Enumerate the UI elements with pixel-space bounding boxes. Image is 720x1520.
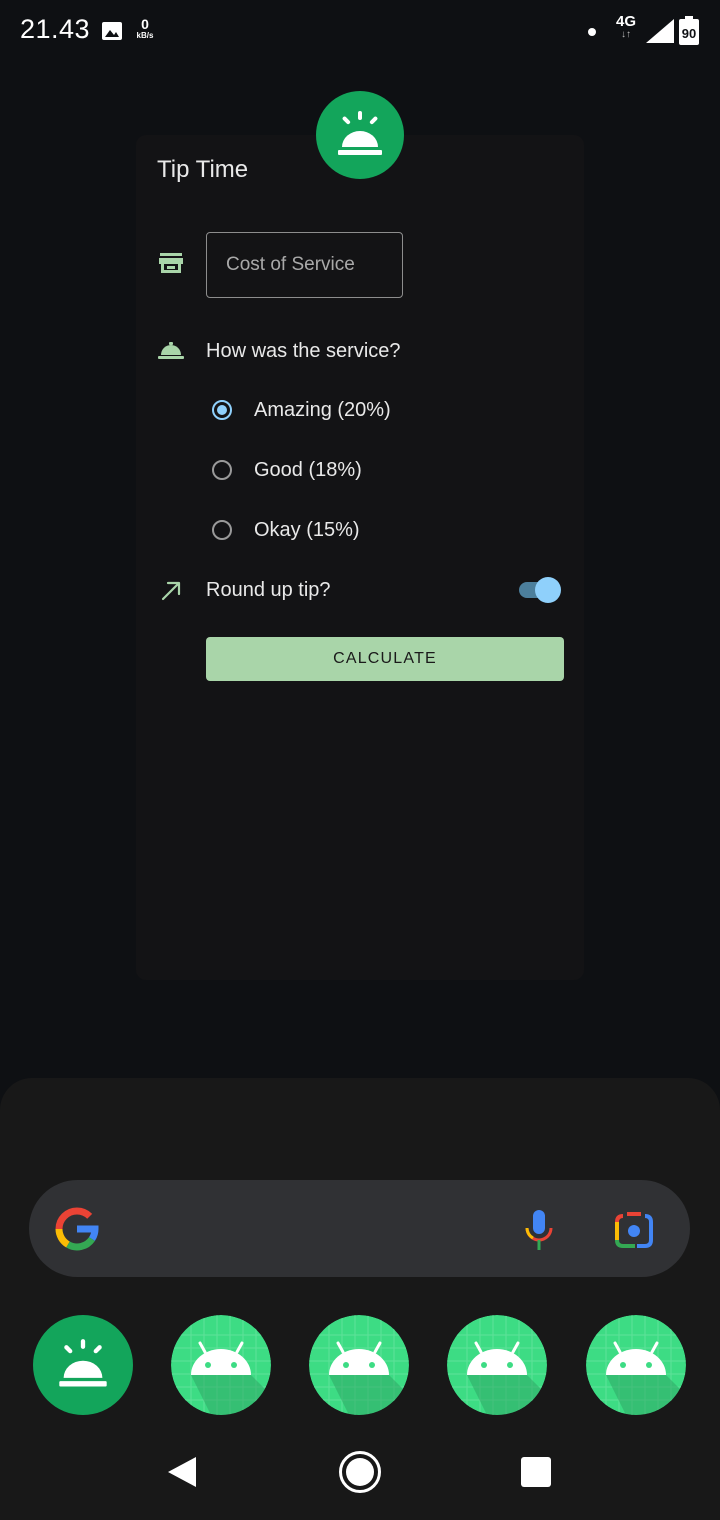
service-question: How was the service? <box>206 340 401 362</box>
google-search-bar[interactable] <box>29 1180 690 1277</box>
round-up-switch[interactable] <box>519 577 561 603</box>
tip-time-app-icon[interactable] <box>33 1315 133 1415</box>
battery-icon: 90 <box>679 16 699 45</box>
recents-icon[interactable] <box>521 1457 551 1487</box>
google-logo-icon[interactable] <box>54 1206 100 1252</box>
back-icon[interactable] <box>166 1455 198 1489</box>
switch-thumb <box>535 577 561 603</box>
screen: 21.43 0 kB/s 4G ↓↑ 90 Tip Time Cost of S… <box>0 0 720 1520</box>
net-speed-unit: kB/s <box>136 31 154 40</box>
lens-camera-icon[interactable] <box>613 1210 655 1248</box>
radio-label: Good (18%) <box>254 458 362 481</box>
radio-button[interactable] <box>212 520 232 540</box>
app-logo <box>316 91 404 179</box>
radio-button-selected[interactable] <box>212 400 232 420</box>
network-type-label: 4G <box>615 13 636 30</box>
round-up-label: Round up tip? <box>206 579 331 601</box>
trending-up-arrow-icon <box>161 581 181 601</box>
image-icon <box>102 22 122 40</box>
data-arrows-icon: ↓↑ <box>621 29 631 40</box>
home-icon[interactable] <box>338 1450 382 1494</box>
radio-label: Okay (15%) <box>254 518 360 541</box>
app-title: Tip Time <box>157 156 249 183</box>
microphone-icon[interactable] <box>524 1208 554 1252</box>
network-type: 4G ↓↑ <box>612 14 640 40</box>
android-app-icon[interactable] <box>586 1315 686 1415</box>
radio-option-amazing[interactable]: Amazing (20%) <box>212 395 391 425</box>
battery-level: 90 <box>682 26 696 41</box>
net-speed: 0 kB/s <box>131 17 159 41</box>
signal-icon <box>646 19 674 43</box>
cost-of-service-input[interactable] <box>206 232 403 298</box>
dot-icon <box>588 28 596 36</box>
net-speed-value: 0 <box>141 16 149 32</box>
service-bell-icon <box>59 1339 107 1387</box>
calculate-button[interactable]: CALCULATE <box>206 637 564 681</box>
service-bell-icon <box>158 342 184 359</box>
service-bell-icon <box>338 111 382 155</box>
radio-option-good[interactable]: Good (18%) <box>212 455 362 485</box>
android-app-icon[interactable] <box>171 1315 271 1415</box>
radio-button[interactable] <box>212 460 232 480</box>
status-time: 21.43 <box>20 14 91 44</box>
android-app-icon[interactable] <box>447 1315 547 1415</box>
store-icon <box>159 253 183 273</box>
android-app-icon[interactable] <box>309 1315 409 1415</box>
radio-label: Amazing (20%) <box>254 398 391 421</box>
radio-option-okay[interactable]: Okay (15%) <box>212 515 360 545</box>
